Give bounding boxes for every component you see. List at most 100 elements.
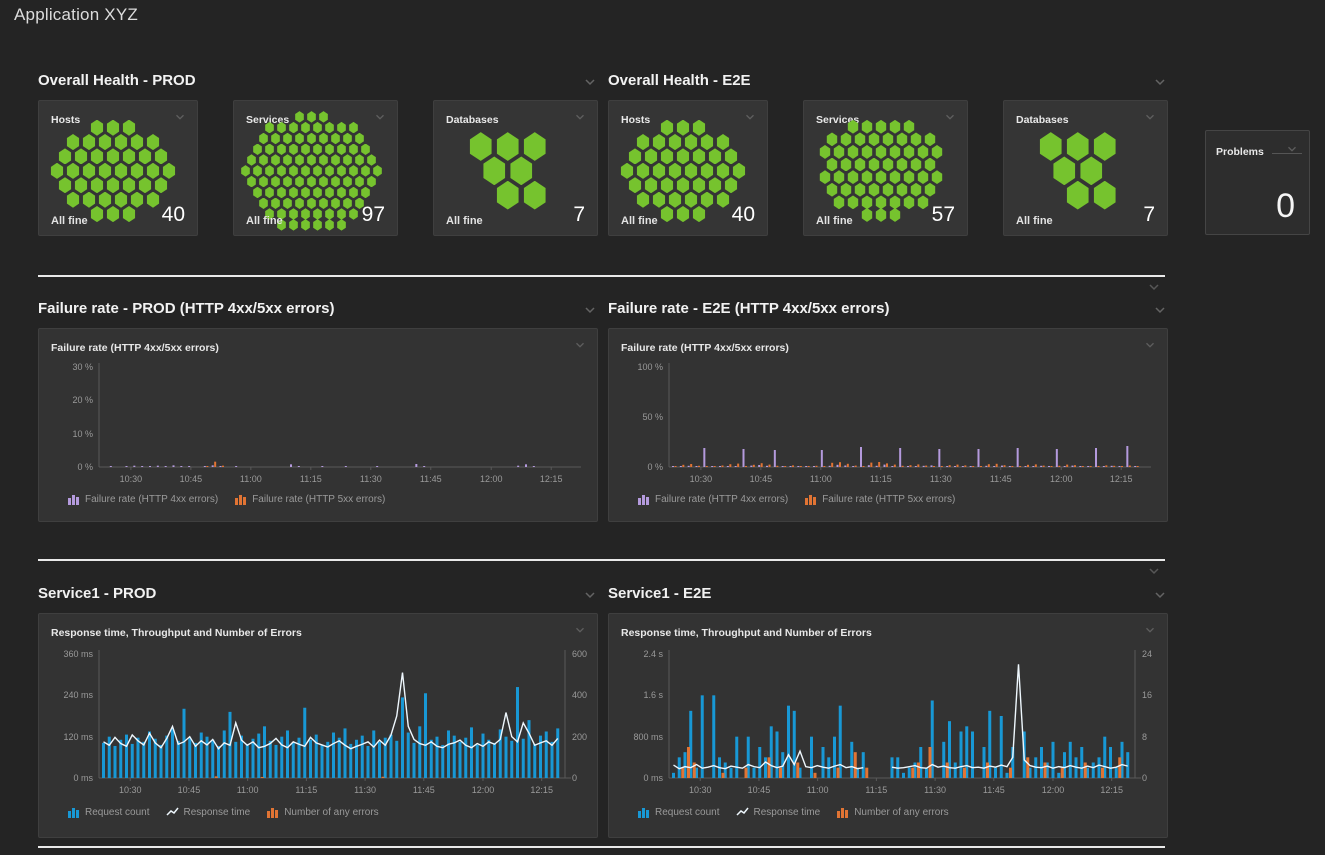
- bar-series-icon: [836, 806, 849, 818]
- healthy-hexagon: [247, 154, 257, 166]
- healthy-hexagon: [495, 132, 520, 161]
- tile-failure-rate-prod-chart[interactable]: Failure rate (HTTP 4xx/5xx errors) 30 %2…: [38, 328, 598, 522]
- healthy-hexagon: [847, 170, 859, 184]
- healthy-hexagon: [313, 122, 323, 134]
- legend-item[interactable]: Response time: [736, 806, 821, 818]
- healthy-hexagon: [636, 134, 650, 150]
- chevron-down-icon[interactable]: [1146, 563, 1162, 579]
- legend-item[interactable]: Failure rate (HTTP 5xx errors): [804, 493, 955, 505]
- legend-item[interactable]: Request count: [67, 806, 150, 818]
- healthy-hexagon: [50, 163, 64, 179]
- chevron-down-icon[interactable]: [1152, 302, 1168, 318]
- tile-service1-prod-chart[interactable]: Response time, Throughput and Number of …: [38, 613, 598, 838]
- healthy-hexagon: [130, 163, 144, 179]
- chevron-down-icon[interactable]: [1146, 279, 1162, 295]
- healthy-hexagon: [826, 183, 838, 197]
- legend-item[interactable]: Number of any errors: [266, 806, 378, 818]
- entity-count: 7: [573, 203, 585, 227]
- healthy-hexagon: [289, 144, 299, 156]
- chevron-down-icon[interactable]: [582, 302, 598, 318]
- section-header-service1-e2e: Service1 - E2E: [608, 585, 1168, 607]
- healthy-hexagon: [361, 165, 371, 177]
- status-label: All fine: [51, 215, 88, 227]
- tile-failure-rate-e2e-chart[interactable]: Failure rate (HTTP 4xx/5xx errors) 100 %…: [608, 328, 1168, 522]
- chevron-down-icon[interactable]: [1152, 587, 1168, 603]
- legend-item[interactable]: Failure rate (HTTP 4xx errors): [67, 493, 218, 505]
- healthy-hexagon: [692, 177, 706, 193]
- healthy-hexagon: [122, 120, 136, 136]
- healthy-hexagon: [106, 148, 120, 164]
- tile-hosts-prod[interactable]: Hosts All fine 40: [38, 100, 198, 236]
- healthy-hexagon: [1092, 132, 1117, 161]
- healthy-hexagon: [620, 163, 634, 179]
- healthy-hexagon: [265, 187, 275, 199]
- healthy-hexagon: [910, 132, 922, 146]
- status-label: All fine: [246, 215, 283, 227]
- healthy-hexagon: [295, 133, 305, 145]
- failure-rate-prod-chart[interactable]: 30 %20 %10 %0 %10:3010:4511:0011:1511:30…: [39, 329, 597, 521]
- healthy-hexagon: [826, 132, 838, 146]
- healthy-hexagon: [307, 133, 317, 145]
- healthy-hexagon: [349, 187, 359, 199]
- healthy-hexagon: [283, 133, 293, 145]
- healthy-hexagon: [106, 177, 120, 193]
- healthy-hexagon: [636, 163, 650, 179]
- tile-problems[interactable]: Problems 0: [1205, 130, 1310, 235]
- legend-label: Number of any errors: [854, 807, 948, 818]
- legend-item[interactable]: Failure rate (HTTP 4xx errors): [637, 493, 788, 505]
- healthy-hexagon: [854, 132, 866, 146]
- healthy-hexagon: [301, 144, 311, 156]
- healthy-hexagon: [307, 176, 317, 188]
- chart-legend: Request count Response time Number of any …: [637, 806, 949, 818]
- chart-legend: Request count Response time Number of any …: [67, 806, 379, 818]
- healthy-hexagon: [82, 163, 96, 179]
- healthy-hexagon: [819, 170, 831, 184]
- healthy-hexagon: [676, 148, 690, 164]
- chevron-down-icon[interactable]: [582, 587, 598, 603]
- service1-e2e-chart[interactable]: 2.4 s1.6 s800 ms0 ms24168010:3010:4511:0…: [609, 614, 1167, 837]
- legend-item[interactable]: Request count: [637, 806, 720, 818]
- healthy-hexagon: [331, 176, 341, 188]
- chevron-down-icon[interactable]: [1285, 142, 1301, 158]
- healthy-hexagon: [146, 163, 160, 179]
- healthy-hexagon: [331, 133, 341, 145]
- tile-services-prod[interactable]: Services All fine 97: [233, 100, 398, 236]
- service1-prod-chart[interactable]: 360 ms240 ms120 ms0 ms600400200010:3010:…: [39, 614, 597, 837]
- healthy-hexagon: [833, 145, 845, 159]
- healthy-hexagon: [265, 144, 275, 156]
- tile-service1-e2e-chart[interactable]: Response time, Throughput and Number of …: [608, 613, 1168, 838]
- legend-item[interactable]: Response time: [166, 806, 251, 818]
- status-label: All fine: [1016, 215, 1053, 227]
- failure-rate-e2e-chart[interactable]: 100 %50 %0 %10:3010:4511:0011:1511:3011:…: [609, 329, 1167, 521]
- healthy-hexagon: [58, 148, 72, 164]
- healthy-hexagon: [668, 134, 682, 150]
- tile-databases-e2e[interactable]: Databases All fine 7: [1003, 100, 1168, 236]
- chevron-down-icon[interactable]: [582, 74, 598, 90]
- healthy-hexagon: [361, 187, 371, 199]
- healthy-hexagon: [313, 144, 323, 156]
- legend-item[interactable]: Failure rate (HTTP 5xx errors): [234, 493, 385, 505]
- tile-hosts-e2e[interactable]: Hosts All fine 40: [608, 100, 768, 236]
- entity-count: 97: [362, 203, 385, 227]
- legend-label: Failure rate (HTTP 4xx errors): [655, 494, 788, 505]
- healthy-hexagon: [313, 187, 323, 199]
- section-header-overall-health-e2e: Overall Health - E2E: [608, 72, 1168, 94]
- healthy-hexagon: [271, 133, 281, 145]
- status-label: All fine: [446, 215, 483, 227]
- tile-databases-prod[interactable]: Databases All fine 7: [433, 100, 598, 236]
- healthy-hexagon: [343, 154, 353, 166]
- tile-services-e2e[interactable]: Services All fine 57: [803, 100, 968, 236]
- healthy-hexagon: [337, 144, 347, 156]
- healthy-hexagon: [628, 177, 642, 193]
- healthy-hexagon: [1065, 132, 1090, 161]
- healthy-hexagon: [343, 133, 353, 145]
- legend-item[interactable]: Number of any errors: [836, 806, 948, 818]
- healthy-hexagon: [875, 170, 887, 184]
- healthy-hexagon: [114, 163, 128, 179]
- healthy-hexagon: [122, 148, 136, 164]
- healthy-hexagon: [295, 176, 305, 188]
- healthy-hexagon: [868, 132, 880, 146]
- healthy-hexagon: [660, 148, 674, 164]
- healthy-hexagon: [660, 177, 674, 193]
- chevron-down-icon[interactable]: [1152, 74, 1168, 90]
